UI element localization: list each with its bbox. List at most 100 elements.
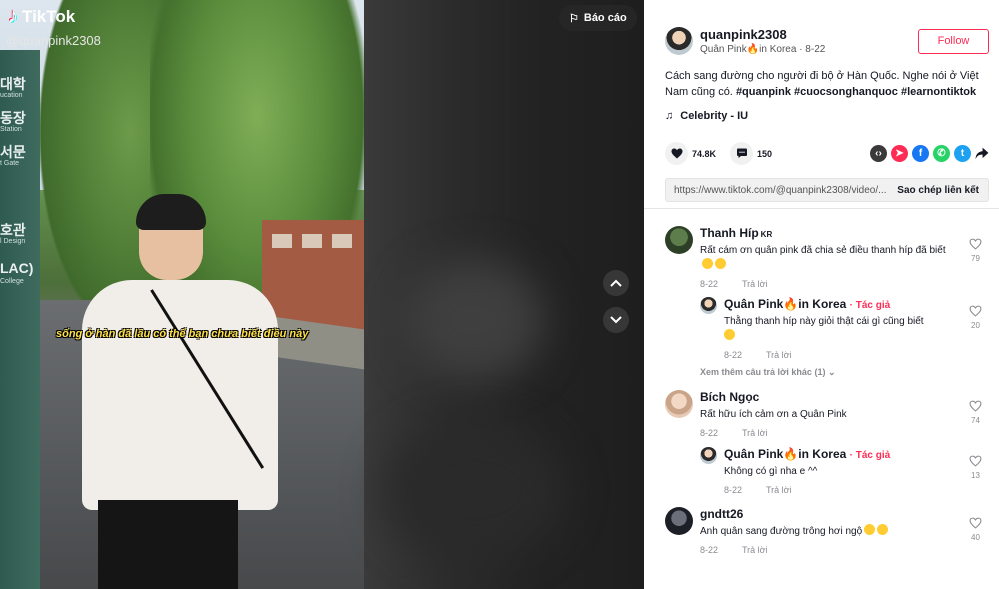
heart-outline-icon xyxy=(969,517,982,529)
comment-button[interactable] xyxy=(730,142,754,165)
reply-avatar[interactable] xyxy=(700,447,717,464)
reply-link[interactable]: Trả lời xyxy=(766,350,792,360)
reply-date: 8-22 xyxy=(724,350,743,360)
reply-like[interactable]: 20 xyxy=(969,305,982,330)
author-subline: Quân Pink🔥in Korea · 8-22 xyxy=(700,44,826,55)
previous-video-button[interactable] xyxy=(603,270,629,296)
comment-like-count: 40 xyxy=(971,533,980,542)
flag-icon: ⚐ xyxy=(569,12,579,25)
action-bar: 74.8K 150 ‹› ➤ f ✆ t xyxy=(665,142,989,165)
details-panel: quanpink2308 Quân Pink🔥in Korea · 8-22 F… xyxy=(644,0,999,589)
like-action[interactable]: 74.8K xyxy=(665,142,716,165)
hashtags[interactable]: #quanpink #cuocsonghanquoc #learnontikto… xyxy=(736,86,976,98)
tiktok-logo: ♪ TikTok xyxy=(8,5,75,28)
follow-button[interactable]: Follow xyxy=(918,28,989,54)
laugh-emoji-icon xyxy=(877,524,889,535)
reply-author-name[interactable]: Quân Pink🔥in Korea · Tác giả xyxy=(724,297,944,311)
share-arrow-icon[interactable] xyxy=(975,147,989,160)
next-video-button[interactable] xyxy=(603,307,629,333)
comment-meta: 8-22 Trả lời xyxy=(700,279,952,289)
view-more-replies[interactable]: Xem thêm câu trả lời khác (1) ⌄ xyxy=(700,367,999,378)
sign-line: 동장 xyxy=(0,110,26,126)
sign-line: 서문 xyxy=(0,144,26,160)
video-person-pants xyxy=(98,500,238,589)
comment-count: 150 xyxy=(757,148,773,159)
facebook-icon[interactable]: f xyxy=(912,145,929,162)
copy-link-button[interactable]: Sao chép liên kết xyxy=(888,185,988,196)
share-icons: ‹› ➤ f ✆ t xyxy=(870,145,989,162)
commenter-name[interactable]: Thanh Híp KR xyxy=(700,226,952,240)
heart-outline-icon xyxy=(969,238,982,250)
embed-icon[interactable]: ‹› xyxy=(870,145,887,162)
reply-like[interactable]: 13 xyxy=(969,455,982,480)
reply-link[interactable]: Trả lời xyxy=(742,428,768,438)
video-frame[interactable]: 대학 ucation 동장 Station 서문 t Gate 호관 l Des… xyxy=(0,0,364,589)
comment-body: Bích Ngọc Rất hữu ích cảm ơn a Quân Pink… xyxy=(700,390,952,438)
comment-like[interactable]: 40 xyxy=(969,517,982,542)
like-button[interactable] xyxy=(665,142,688,165)
heart-outline-icon xyxy=(969,400,982,412)
reply-author-name[interactable]: Quân Pink🔥in Korea · Tác giả xyxy=(724,447,944,461)
sign-line: 대학 xyxy=(0,76,26,92)
post-info: quanpink2308 Quân Pink🔥in Korea · 8-22 F… xyxy=(644,0,999,209)
comment-text: Rất hữu ích cảm ơn a Quân Pink xyxy=(700,409,847,420)
reply-body: Quân Pink🔥in Korea · Tác giả Thằng thanh… xyxy=(724,297,944,360)
reply-item: Quân Pink🔥in Korea · Tác giả Không có gì… xyxy=(700,447,999,495)
reply-text: Thằng thanh híp này giỏi thật cái gì cũn… xyxy=(724,314,944,344)
reply-avatar[interactable] xyxy=(700,297,717,314)
comment-item: Thanh Híp KR Rất cám ơn quân pink đã chia… xyxy=(665,226,999,289)
comment-like[interactable]: 74 xyxy=(969,400,982,425)
report-button[interactable]: ⚐ Báo cáo xyxy=(559,5,637,31)
chevron-up-icon xyxy=(610,279,622,287)
comment-like-count: 74 xyxy=(971,416,980,425)
reply-link[interactable]: Trả lời xyxy=(766,485,792,495)
comment-like[interactable]: 79 xyxy=(969,238,982,263)
comment-like-count: 79 xyxy=(971,254,980,263)
like-count: 74.8K xyxy=(692,148,717,159)
comment-body: Thanh Híp KR Rất cám ơn quân pink đã chia… xyxy=(700,226,952,289)
video-link-url[interactable]: https://www.tiktok.com/@quanpink2308/vid… xyxy=(666,185,888,196)
heart-icon xyxy=(671,148,682,159)
report-label: Báo cáo xyxy=(583,12,627,24)
author-avatar[interactable] xyxy=(665,27,693,55)
reply-like-count: 13 xyxy=(971,471,980,480)
author-row: quanpink2308 Quân Pink🔥in Korea · 8-22 F… xyxy=(665,0,989,55)
watermark-handle: @quanpink2308 xyxy=(6,33,101,48)
comment-item: Bích Ngọc Rất hữu ích cảm ơn a Quân Pink… xyxy=(665,390,999,438)
reply-link[interactable]: Trả lời xyxy=(742,279,768,289)
comment-date: 8-22 xyxy=(700,279,719,289)
post-description: Cách sang đường cho người đi bộ ở Hàn Qu… xyxy=(665,68,990,100)
sign-line: l Design xyxy=(0,238,26,245)
comment-date: 8-22 xyxy=(700,428,719,438)
commenter-avatar[interactable] xyxy=(665,507,693,535)
sign-line: 호관 xyxy=(0,222,26,238)
comment-text: Anh quân sang đường trông hơi ngộ xyxy=(700,524,952,539)
video-person-hair xyxy=(136,194,206,230)
commenter-avatar[interactable] xyxy=(665,226,693,254)
comment-body: gndtt26 Anh quân sang đường trông hơi ng… xyxy=(700,507,952,555)
commenter-name[interactable]: gndtt26 xyxy=(700,507,952,521)
commenter-avatar[interactable] xyxy=(665,390,693,418)
comment-action[interactable]: 150 xyxy=(730,142,772,165)
reply-body: Quân Pink🔥in Korea · Tác giả Không có gì… xyxy=(724,447,944,495)
sign-line: t Gate xyxy=(0,160,20,167)
grin-emoji-icon xyxy=(715,258,726,269)
author-meta: quanpink2308 Quân Pink🔥in Korea · 8-22 xyxy=(700,27,918,55)
twitter-icon[interactable]: t xyxy=(954,145,971,162)
video-person-shirt xyxy=(82,280,278,510)
commenter-name[interactable]: Bích Ngọc xyxy=(700,390,952,404)
comment-text: Rất cám ơn quân pink đã chia sẻ điều tha… xyxy=(700,243,952,273)
author-nickname: Quân Pink🔥in Korea xyxy=(700,44,797,55)
author-username[interactable]: quanpink2308 xyxy=(700,27,918,42)
comment-icon xyxy=(736,148,747,158)
tiktok-video-page: 대학 ucation 동장 Station 서문 t Gate 호관 l Des… xyxy=(0,0,999,589)
reply-date: 8-22 xyxy=(724,485,743,495)
video-building xyxy=(262,220,364,330)
video-player[interactable]: 대학 ucation 동장 Station 서문 t Gate 호관 l Des… xyxy=(0,0,644,589)
send-icon[interactable]: ➤ xyxy=(891,145,908,162)
reply-link[interactable]: Trả lời xyxy=(742,545,768,555)
whatsapp-icon[interactable]: ✆ xyxy=(933,145,950,162)
music-row[interactable]: ♫ Celebrity - IU xyxy=(665,110,989,122)
heart-outline-icon xyxy=(969,305,982,317)
comment-meta: 8-22 Trả lời xyxy=(700,428,952,438)
